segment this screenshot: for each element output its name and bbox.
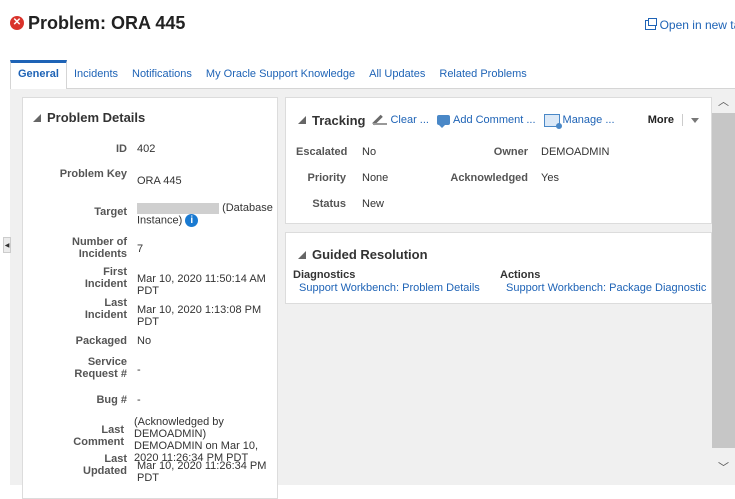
tab-related-problems[interactable]: Related Problems <box>432 68 533 88</box>
priority-label: Priority <box>307 172 346 184</box>
support-workbench-problem-details-link[interactable]: Support Workbench: Problem Details <box>299 282 480 294</box>
manage-label: Manage ... <box>562 114 615 126</box>
detail-row-bug: Bug # - <box>23 394 277 406</box>
detail-value: - <box>137 364 141 376</box>
collapse-triangle-icon <box>33 113 41 122</box>
owner-value: DEMOADMIN <box>541 146 610 158</box>
add-comment-button[interactable]: Add Comment ... <box>436 114 536 128</box>
owner-label: Owner <box>493 146 528 158</box>
support-workbench-package-diagnostic-link[interactable]: Support Workbench: Package Diagnostic <box>506 282 706 294</box>
detail-row-packaged: Packaged No <box>23 335 277 347</box>
detail-label: Packaged <box>75 335 127 347</box>
detail-value: - <box>137 394 141 406</box>
scroll-down-arrow-icon[interactable]: ﹀ <box>716 461 731 474</box>
tracking-title: Tracking <box>312 112 366 128</box>
tab-notifications[interactable]: Notifications <box>125 68 199 88</box>
tracking-toolbar: Tracking Clear ... Add Comment ... Manag… <box>298 110 699 130</box>
problem-details-title: Problem Details <box>47 110 146 125</box>
clear-label: Clear ... <box>390 114 429 126</box>
guided-resolution-panel: Guided Resolution Diagnostics Support Wo… <box>285 232 712 304</box>
detail-label: Problem Key <box>59 168 127 180</box>
priority-value: None <box>362 172 389 184</box>
tracking-panel: Tracking Clear ... Add Comment ... Manag… <box>285 97 712 224</box>
detail-label: ID <box>116 143 127 155</box>
detail-value: Mar 10, 2020 11:26:34 PM PDT <box>137 460 267 484</box>
tab-all-updates[interactable]: All Updates <box>362 68 432 88</box>
detail-value: 402 <box>137 143 156 155</box>
detail-value: Mar 10, 2020 11:50:14 AM PDT <box>137 273 266 297</box>
acknowledged-value: Yes <box>541 172 559 184</box>
detail-label: Target <box>94 206 127 218</box>
vertical-scrollbar[interactable]: ︿ ﹀ <box>712 89 735 485</box>
scrollbar-thumb[interactable] <box>712 113 735 448</box>
detail-value: No <box>137 335 152 347</box>
open-in-new-tab-link[interactable]: Open in new tab <box>644 18 735 32</box>
problem-details-header[interactable]: Problem Details <box>33 110 145 125</box>
page-header: ✕ Problem: ORA 445 <box>10 10 185 36</box>
detail-value: ORA 445 <box>137 175 182 187</box>
chevron-down-icon[interactable] <box>691 117 699 123</box>
tab-my-oracle-support-knowledge[interactable]: My Oracle Support Knowledge <box>199 68 362 88</box>
open-in-new-tab-label: Open in new tab <box>659 18 735 32</box>
detail-value-target: (Database Instance) i <box>127 202 277 227</box>
guided-resolution-title: Guided Resolution <box>312 247 428 262</box>
collapse-pane-handle[interactable]: ◀ <box>3 237 11 253</box>
detail-row-target: Target (Database Instance) i <box>23 202 277 227</box>
open-new-tab-icon <box>644 18 657 30</box>
tracking-header[interactable]: Tracking <box>298 113 365 128</box>
eraser-icon <box>373 115 388 125</box>
status-label: Status <box>312 198 346 210</box>
page-title: Problem: ORA 445 <box>28 12 186 33</box>
detail-row-id: ID 402 <box>23 143 277 155</box>
diagnostics-heading: Diagnostics <box>293 269 356 281</box>
collapse-triangle-icon <box>298 116 306 124</box>
scroll-up-arrow-icon[interactable]: ︿ <box>716 95 731 108</box>
tab-bar: General Incidents Notifications My Oracl… <box>10 58 735 89</box>
escalated-label: Escalated <box>296 146 348 158</box>
detail-value: Mar 10, 2020 1:13:08 PM PDT <box>137 304 262 328</box>
acknowledged-label: Acknowledged <box>450 172 528 184</box>
detail-value: 7 <box>137 243 144 255</box>
actions-heading: Actions <box>500 269 541 281</box>
more-menu-button[interactable]: More <box>648 114 683 126</box>
detail-row-last-updated: Last Updated Mar 10, 2020 11:26:34 PM PD… <box>23 453 277 484</box>
detail-label: Last Updated <box>83 453 127 477</box>
guided-resolution-header[interactable]: Guided Resolution <box>298 247 428 262</box>
detail-label: Bug # <box>96 394 127 406</box>
detail-row-first-incident: First Incident Mar 10, 2020 11:50:14 AM … <box>23 266 277 297</box>
info-icon[interactable]: i <box>185 214 199 227</box>
detail-label: Service Request # <box>74 356 127 380</box>
manage-icon <box>543 113 562 129</box>
escalated-value: No <box>362 146 377 158</box>
redacted-target-name <box>137 202 219 214</box>
collapse-triangle-icon <box>298 250 306 259</box>
detail-label: Number of Incidents <box>72 236 127 260</box>
clear-button[interactable]: Clear ... <box>373 114 429 126</box>
detail-label: First Incident <box>84 266 127 290</box>
problem-details-panel: Problem Details ID 402 Problem Key ORA 4… <box>22 97 278 499</box>
manage-button[interactable]: Manage ... <box>543 113 615 129</box>
tab-general[interactable]: General <box>10 60 67 89</box>
detail-row-service-request: Service Request # - <box>23 356 277 380</box>
comment-icon <box>436 115 450 128</box>
detail-row-number-of-incidents: Number of Incidents 7 <box>23 236 277 260</box>
detail-row-problem-key: Problem Key ORA 445 <box>23 168 277 187</box>
detail-label: Last Incident <box>84 297 127 321</box>
error-icon: ✕ <box>10 16 24 30</box>
tab-incidents[interactable]: Incidents <box>67 68 125 88</box>
status-value: New <box>362 198 385 210</box>
detail-row-last-incident: Last Incident Mar 10, 2020 1:13:08 PM PD… <box>23 297 277 328</box>
add-comment-label: Add Comment ... <box>452 114 536 126</box>
